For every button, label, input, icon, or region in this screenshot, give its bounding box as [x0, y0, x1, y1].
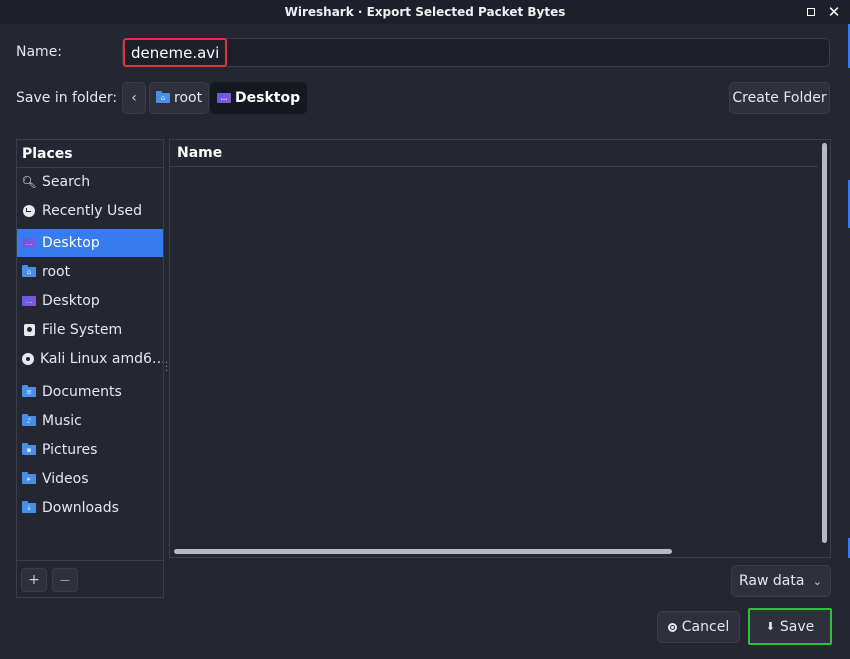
path-button-desktop[interactable]: … Desktop: [210, 82, 308, 114]
filename-input[interactable]: deneme.avi: [122, 38, 830, 67]
save-button[interactable]: ⬇ Save: [748, 608, 832, 645]
file-type-value: Raw data: [739, 573, 805, 589]
sidebar-item-label: Search: [42, 174, 91, 190]
sidebar-item-label: root: [42, 264, 71, 280]
sidebar-item-label: Downloads: [42, 500, 119, 516]
download-icon: ⬇: [765, 620, 775, 633]
sidebar-item-label: Kali Linux amd6…: [40, 351, 163, 367]
recent-icon: [23, 205, 35, 217]
sidebar-item-kali-disc[interactable]: Kali Linux amd6…: [17, 345, 163, 373]
sidebar-item-search[interactable]: 🔍︎ Search: [17, 168, 163, 196]
sidebar-item-label: Pictures: [42, 442, 98, 458]
chevron-left-icon: ‹: [131, 90, 137, 106]
close-icon: ✕: [827, 2, 841, 21]
places-header: Places: [17, 140, 163, 168]
minus-icon: —: [60, 574, 70, 586]
file-type-select[interactable]: Raw data ⌄: [731, 565, 831, 597]
save-in-folder-label: Save in folder:: [16, 90, 118, 106]
sidebar-item-desktop-selected[interactable]: … Desktop: [17, 229, 163, 257]
documents-folder-icon: ≡: [22, 385, 36, 397]
path-button-label: Desktop: [235, 90, 301, 106]
sidebar-item-label: Music: [42, 413, 82, 429]
file-list[interactable]: Name: [169, 139, 831, 558]
add-bookmark-button[interactable]: +: [21, 568, 47, 592]
places-footer: + —: [17, 560, 163, 598]
sidebar-item-label: Recently Used: [42, 203, 143, 219]
close-button[interactable]: ✕: [826, 4, 842, 20]
sidebar-item-label: Videos: [42, 471, 89, 487]
window-title: Wireshark · Export Selected Packet Bytes: [284, 5, 566, 19]
horizontal-scrollbar[interactable]: [174, 549, 672, 554]
sidebar-item-videos[interactable]: ▸ Videos: [17, 465, 163, 493]
sidebar-item-label: Documents: [42, 384, 122, 400]
cancel-button[interactable]: Cancel: [657, 611, 740, 643]
videos-folder-icon: ▸: [22, 472, 36, 484]
downloads-folder-icon: ↓: [22, 501, 36, 513]
sidebar-item-label: Desktop: [42, 235, 100, 251]
sidebar-item-downloads[interactable]: ↓ Downloads: [17, 494, 163, 522]
sidebar-item-root[interactable]: ⌂ root: [17, 258, 163, 286]
search-icon: 🔍︎: [21, 175, 37, 189]
maximize-button[interactable]: [803, 4, 819, 20]
pictures-folder-icon: ▪: [22, 443, 36, 455]
save-label: Save: [779, 618, 815, 635]
optical-disc-icon: [22, 353, 34, 365]
places-sidebar: Places 🔍︎ Search Recently Used … Desktop…: [16, 139, 164, 598]
sidebar-item-file-system[interactable]: File System: [17, 316, 163, 344]
path-button-label: root: [174, 90, 203, 106]
name-label: Name:: [16, 44, 63, 60]
home-folder-icon: ⌂: [156, 91, 170, 103]
desktop-folder-icon: …: [22, 238, 36, 248]
sidebar-item-recently-used[interactable]: Recently Used: [17, 197, 163, 225]
file-save-dialog: Wireshark · Export Selected Packet Bytes…: [0, 0, 850, 659]
sidebar-item-music[interactable]: ♪ Music: [17, 407, 163, 435]
sidebar-item-documents[interactable]: ≡ Documents: [17, 378, 163, 406]
home-folder-icon: ⌂: [22, 265, 36, 277]
pane-resize-handle[interactable]: · · ·: [165, 359, 168, 377]
cancel-label: Cancel: [681, 619, 730, 635]
drive-icon: [23, 324, 35, 336]
chevron-down-icon: ⌄: [812, 574, 822, 588]
column-header-name[interactable]: Name: [170, 140, 818, 167]
title-bar[interactable]: Wireshark · Export Selected Packet Bytes…: [0, 0, 850, 24]
desktop-folder-icon: …: [22, 296, 36, 306]
sidebar-item-label: Desktop: [42, 293, 100, 309]
vertical-scrollbar[interactable]: [822, 143, 827, 543]
cancel-icon: [667, 622, 677, 632]
desktop-folder-icon: …: [217, 93, 231, 103]
plus-icon: +: [28, 572, 40, 588]
sidebar-item-label: File System: [42, 322, 123, 338]
path-back-button[interactable]: ‹: [122, 82, 146, 114]
path-button-root[interactable]: ⌂ root: [149, 82, 210, 114]
create-folder-button[interactable]: Create Folder: [729, 82, 830, 114]
filename-value[interactable]: deneme.avi: [123, 38, 228, 67]
music-folder-icon: ♪: [22, 414, 36, 426]
sidebar-item-pictures[interactable]: ▪ Pictures: [17, 436, 163, 464]
sidebar-item-desktop[interactable]: … Desktop: [17, 287, 163, 315]
remove-bookmark-button[interactable]: —: [52, 568, 78, 592]
maximize-icon: [807, 8, 815, 16]
